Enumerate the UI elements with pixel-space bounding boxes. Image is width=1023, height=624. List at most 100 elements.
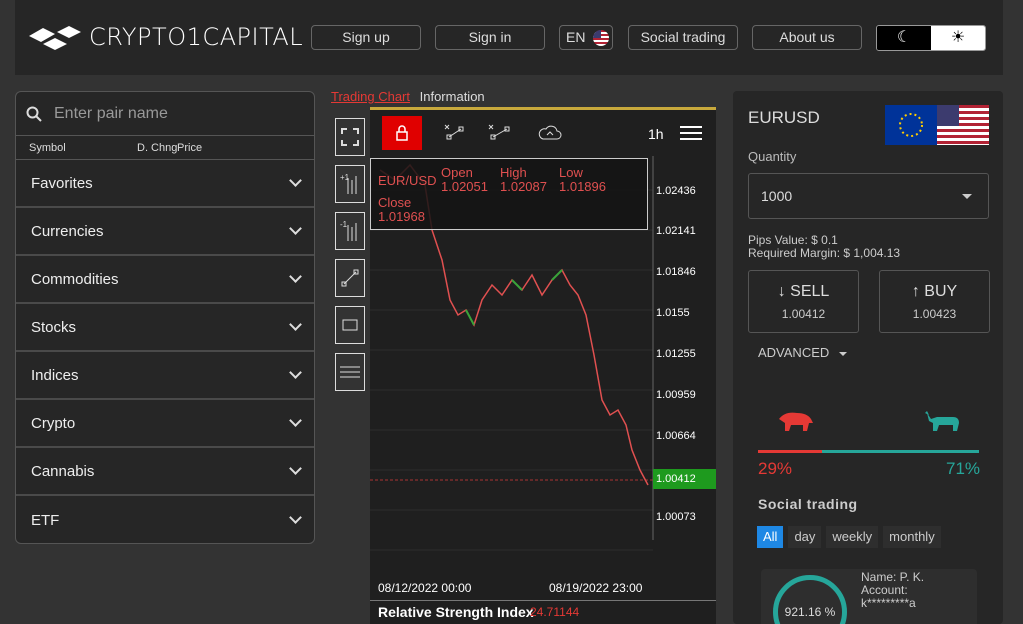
horizontal-lines-icon[interactable]	[335, 353, 365, 391]
quantity-select[interactable]: 1000	[748, 173, 989, 219]
tab-weekly[interactable]: weekly	[826, 526, 879, 548]
pair-search-input[interactable]	[54, 104, 294, 123]
chevron-down-icon	[289, 511, 302, 524]
top-bar: CRYPTO1CAPITAL Sign up Sign in EN Social…	[15, 0, 1003, 75]
caret-down-icon	[838, 351, 847, 356]
period-tabs: All day weekly monthly	[757, 526, 946, 548]
trendline-tool-icon[interactable]	[434, 116, 474, 150]
quantity-value: 1000	[761, 188, 793, 204]
category-indices[interactable]: Indices	[16, 352, 314, 400]
arrow-down-icon: ↓	[777, 283, 786, 300]
pair-search	[16, 92, 314, 136]
chevron-down-icon	[289, 222, 302, 235]
sell-label: SELL	[790, 283, 830, 300]
add-candles-icon[interactable]: +1	[335, 165, 365, 203]
theme-toggle[interactable]: ☾ ☀	[876, 25, 986, 51]
column-headers: Symbol D. Chng Price	[16, 136, 314, 160]
trader-account: k*********a	[861, 596, 916, 610]
timeframe-selector[interactable]: 1h	[648, 126, 664, 142]
category-cannabis[interactable]: Cannabis	[16, 448, 314, 496]
price-label: 1.00959	[656, 389, 696, 401]
chevron-down-icon	[289, 174, 302, 187]
column-price[interactable]: Price	[177, 142, 202, 154]
margin-info: Pips Value: $ 0.1 Required Margin: $ 1,0…	[748, 234, 900, 260]
about-us-button[interactable]: About us	[752, 25, 862, 50]
category-label: Indices	[31, 366, 79, 384]
ohlc-high-label: High	[500, 165, 527, 180]
quantity-label: Quantity	[748, 149, 797, 164]
sign-up-button[interactable]: Sign up	[311, 25, 421, 50]
lock-icon[interactable]	[382, 116, 422, 150]
sun-icon[interactable]: ☀	[931, 26, 985, 50]
price-label: 1.0155	[656, 307, 690, 319]
category-currencies[interactable]: Currencies	[16, 208, 314, 256]
category-commodities[interactable]: Commodities	[16, 256, 314, 304]
ohlc-low-label: Low	[559, 165, 583, 180]
sell-price: 1.00412	[781, 307, 826, 321]
social-trading-title: Social trading	[758, 496, 858, 512]
buy-label: BUY	[924, 283, 958, 300]
fullscreen-icon[interactable]	[335, 118, 365, 156]
category-favorites[interactable]: Favorites	[16, 160, 314, 208]
category-label: ETF	[31, 511, 60, 529]
chart-toolbar: 1h	[370, 110, 716, 156]
bear-percent: 29%	[758, 459, 793, 478]
category-crypto[interactable]: Crypto	[16, 400, 314, 448]
language-selector[interactable]: EN	[559, 25, 613, 50]
trade-panel: EURUSD Quantity 1000 Pips Value: $ 0.1 R…	[733, 91, 1003, 624]
cloud-sync-icon[interactable]	[530, 116, 570, 150]
price-label: 1.01255	[656, 348, 696, 360]
tab-trading-chart[interactable]: Trading Chart	[331, 89, 410, 104]
category-label: Crypto	[31, 414, 76, 432]
chevron-down-icon	[289, 366, 302, 379]
bull-icon	[925, 411, 959, 431]
ohlc-low: 1.01896	[559, 179, 606, 194]
price-label: 1.02436	[656, 185, 696, 197]
caret-down-icon	[962, 194, 972, 199]
delete-drawings-icon[interactable]	[480, 116, 520, 150]
price-chart[interactable]: 1h EUR/USD Open 1.02051 High 1.02087 Low…	[370, 110, 716, 600]
buy-button[interactable]: ↑ BUY 1.00423	[879, 270, 990, 333]
required-margin: Required Margin: $ 1,004.13	[748, 246, 901, 260]
category-stocks[interactable]: Stocks	[16, 304, 314, 352]
menu-icon[interactable]	[680, 126, 702, 140]
language-label: EN	[566, 29, 586, 45]
chevron-down-icon	[289, 270, 302, 283]
category-etf[interactable]: ETF	[16, 496, 314, 543]
category-label: Commodities	[31, 270, 119, 288]
trader-info: Name: P. K. Account: k*********a	[861, 571, 924, 610]
trader-return: 921.16 %	[773, 575, 847, 624]
social-trading-button[interactable]: Social trading	[628, 25, 738, 50]
rectangle-icon[interactable]	[335, 306, 365, 344]
sign-in-button[interactable]: Sign in	[435, 25, 545, 50]
tab-day[interactable]: day	[788, 526, 822, 548]
remove-candles-icon[interactable]: -1	[335, 212, 365, 250]
price-label: 1.00073	[656, 511, 696, 523]
column-symbol[interactable]: Symbol	[29, 142, 66, 154]
price-label: 1.01846	[656, 266, 696, 278]
brand-logo[interactable]: CRYPTO1CAPITAL	[29, 22, 303, 52]
moon-icon[interactable]: ☾	[877, 26, 931, 50]
bear-icon	[779, 412, 813, 431]
tab-monthly[interactable]: monthly	[883, 526, 941, 548]
bull-percent: 71%	[946, 459, 981, 478]
advanced-label: ADVANCED	[758, 345, 830, 360]
eu-flag-icon	[885, 105, 937, 145]
instrument-panel: Symbol D. Chng Price Favorites Currencie…	[15, 91, 315, 544]
arrow-up-icon: ↑	[911, 283, 920, 300]
chevron-down-icon	[289, 318, 302, 331]
category-label: Cannabis	[31, 462, 95, 480]
advanced-toggle[interactable]: ADVANCED	[758, 345, 847, 360]
buy-price: 1.00423	[912, 307, 957, 321]
sell-button[interactable]: ↓ SELL 1.00412	[748, 270, 859, 333]
column-daily-change[interactable]: D. Chng	[137, 142, 177, 154]
trend-line-icon[interactable]	[335, 259, 365, 297]
price-label: 1.00664	[656, 430, 696, 442]
ohlc-high: 1.02087	[500, 179, 547, 194]
ohlc-symbol: EUR/USD	[378, 173, 437, 188]
tab-all[interactable]: All	[757, 526, 784, 548]
trader-card[interactable]: 921.16 % Name: P. K. Account: k*********…	[761, 569, 977, 624]
tab-information[interactable]: Information	[420, 89, 485, 104]
current-price-marker: 1.00412	[653, 469, 716, 489]
category-label: Currencies	[31, 222, 104, 240]
